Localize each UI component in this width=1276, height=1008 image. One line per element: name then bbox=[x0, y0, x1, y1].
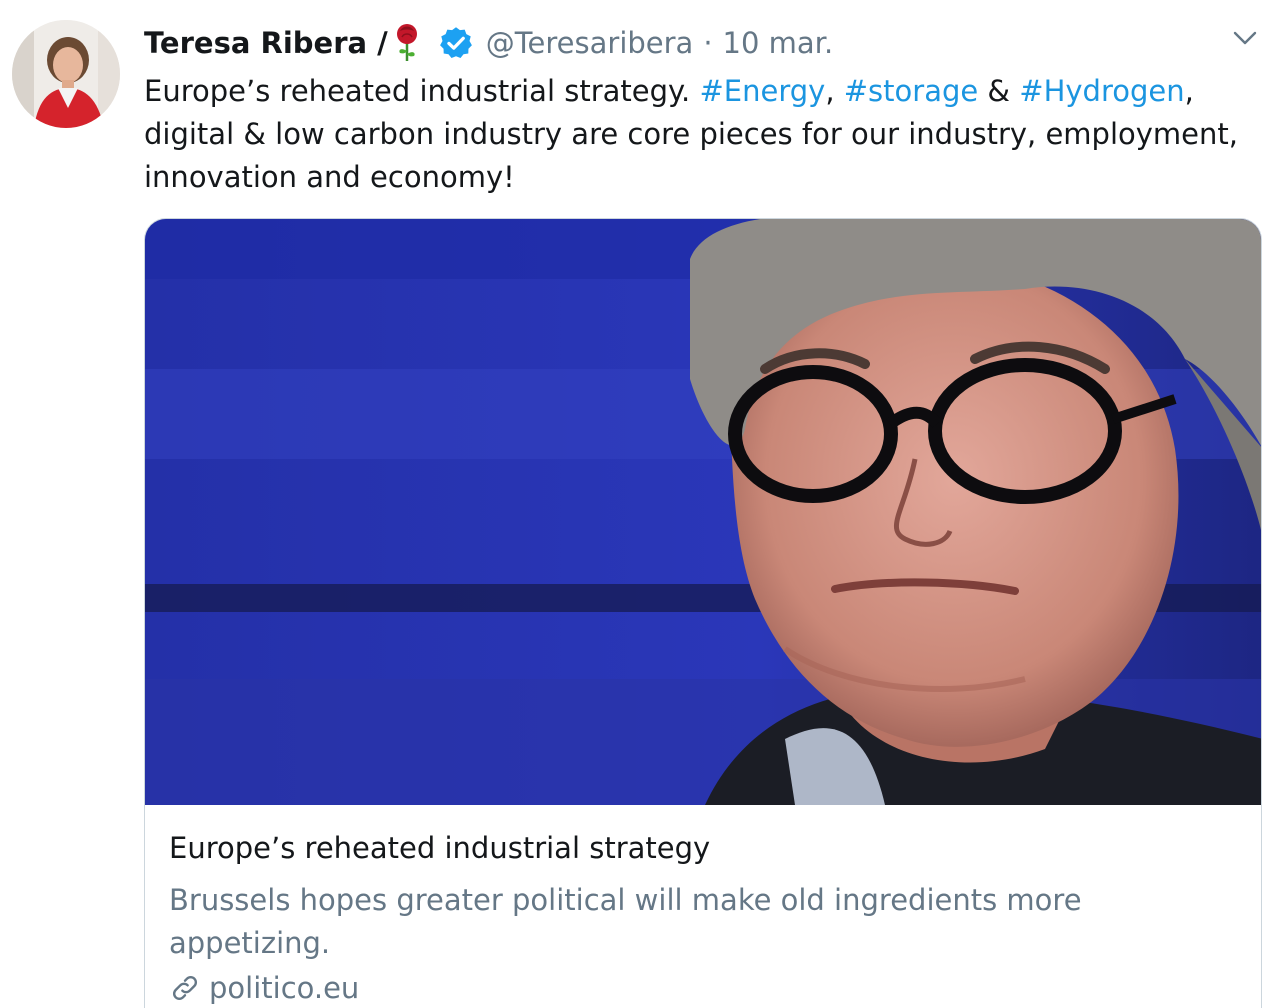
tweet-header: Teresa Ribera / @Teresaribera · 10 mar. bbox=[144, 23, 833, 63]
link-preview-card[interactable]: Europe’s reheated industrial strategy Br… bbox=[144, 218, 1262, 1008]
card-title[interactable]: Europe’s reheated industrial strategy bbox=[169, 831, 710, 865]
card-domain-text: politico.eu bbox=[209, 971, 360, 1005]
tweet-text-segment: & bbox=[978, 74, 1020, 108]
card-image[interactable] bbox=[145, 219, 1261, 805]
avatar[interactable] bbox=[12, 20, 120, 128]
tweet-text-segment: , bbox=[825, 74, 844, 108]
hashtag-link[interactable]: #storage bbox=[844, 74, 978, 108]
timestamp-link[interactable]: 10 mar. bbox=[723, 26, 834, 60]
tweet-text-segment: Europe’s reheated industrial strategy. bbox=[144, 74, 700, 108]
chevron-down-icon[interactable] bbox=[1232, 28, 1258, 48]
verified-badge-icon bbox=[438, 25, 474, 61]
card-domain[interactable]: politico.eu bbox=[169, 971, 359, 1005]
separator-dot: · bbox=[703, 26, 713, 60]
user-handle[interactable]: @Teresaribera bbox=[486, 26, 694, 60]
link-icon bbox=[169, 972, 201, 1004]
avatar-photo bbox=[12, 20, 120, 128]
tweet-text: Europe’s reheated industrial strategy. #… bbox=[144, 70, 1254, 199]
card-description: Brussels hopes greater political will ma… bbox=[169, 883, 1082, 960]
display-name[interactable]: Teresa Ribera / bbox=[144, 26, 388, 60]
rose-icon bbox=[394, 23, 420, 63]
hashtag-link[interactable]: #Hydrogen bbox=[1019, 74, 1184, 108]
tweet[interactable]: Teresa Ribera / @Teresaribera · 10 mar. bbox=[0, 0, 1276, 1008]
hashtag-link[interactable]: #Energy bbox=[699, 74, 825, 108]
